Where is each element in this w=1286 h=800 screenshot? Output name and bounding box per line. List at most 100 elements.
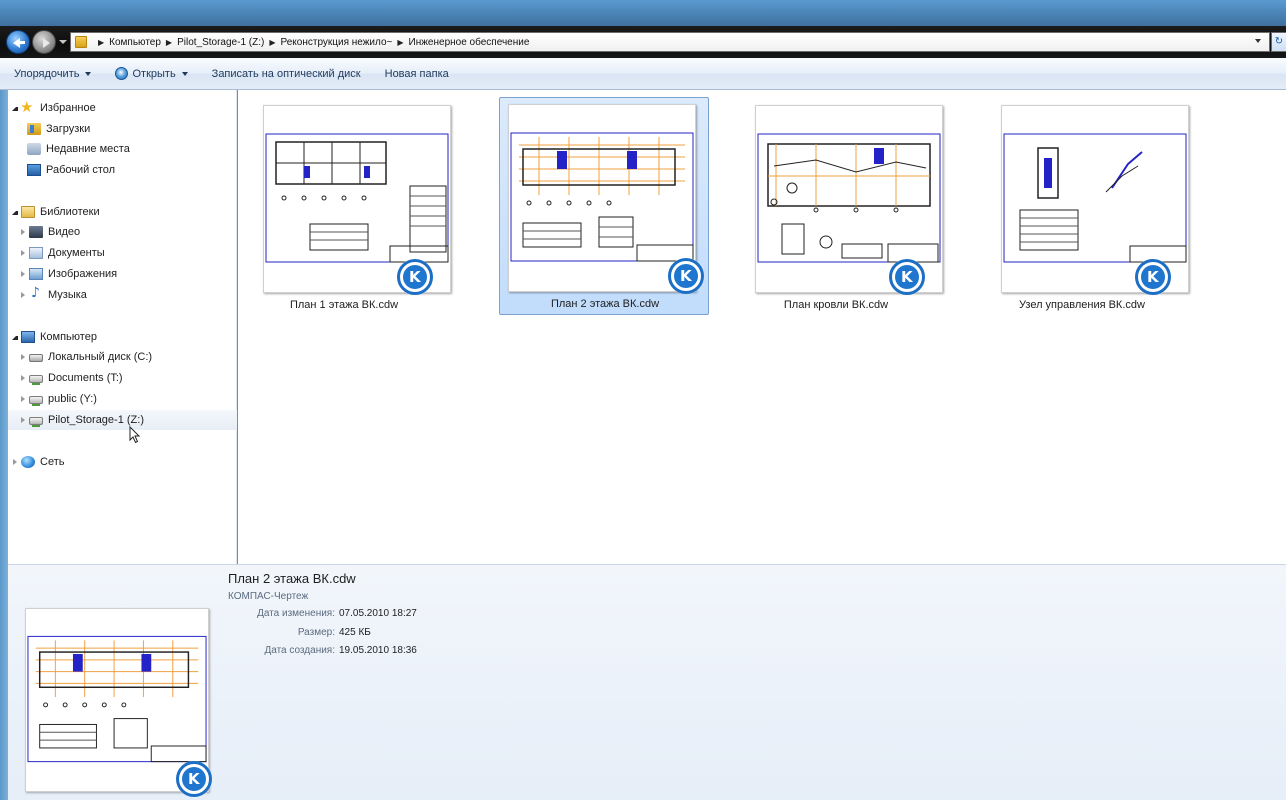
folder-icon <box>75 36 87 48</box>
kompas-logo-icon <box>1135 259 1171 295</box>
open-with-icon <box>115 67 129 80</box>
collapsed-arrow-icon[interactable] <box>21 396 25 402</box>
desktop-icon <box>27 164 41 176</box>
nav-item-favorites[interactable]: Избранное <box>8 98 237 118</box>
created-value[interactable]: 19.05.2010 18:36 <box>339 645 417 661</box>
forward-arrow-icon[interactable] <box>32 30 56 54</box>
breadcrumb-engineering[interactable]: Инженерное обеспечение <box>409 37 530 48</box>
breadcrumb-separator-icon[interactable]: ▶ <box>269 38 275 47</box>
collapsed-arrow-icon[interactable] <box>21 375 25 381</box>
breadcrumb-separator-icon[interactable]: ▶ <box>98 38 104 47</box>
video-library-icon <box>29 226 43 238</box>
nav-label: Музыка <box>48 289 87 301</box>
nav-item-music[interactable]: Музыка <box>8 285 237 305</box>
nav-label: Недавние места <box>46 143 130 155</box>
collapsed-arrow-icon[interactable] <box>21 292 25 298</box>
new-folder-label: Новая папка <box>384 67 449 80</box>
nav-item-computer[interactable]: Компьютер <box>8 327 237 347</box>
drawing-thumbnail <box>508 104 696 292</box>
breadcrumb-separator-icon[interactable]: ▶ <box>166 38 172 47</box>
recent-pages-dropdown-icon[interactable] <box>59 38 67 46</box>
expanded-arrow-icon[interactable] <box>12 334 18 340</box>
nav-item-recent-places[interactable]: Недавние места <box>8 139 237 159</box>
nav-item-local-disk[interactable]: Локальный диск (C:) <box>8 347 237 367</box>
collapsed-arrow-icon[interactable] <box>21 250 25 256</box>
address-dropdown-icon[interactable] <box>1255 39 1261 43</box>
star-icon <box>20 98 35 116</box>
file-name: План 2 этажа ВК.cdw <box>550 298 660 310</box>
expanded-arrow-icon[interactable] <box>12 105 18 111</box>
navigation-pane: Избранное Загрузки Недавние места Рабочи… <box>8 90 237 564</box>
network-globe-icon <box>21 456 35 468</box>
nav-item-documents[interactable]: Документы <box>8 243 237 263</box>
nav-label: Рабочий стол <box>46 164 116 176</box>
organize-label: Упорядочить <box>14 67 80 80</box>
network-drive-icon <box>29 375 43 385</box>
nav-item-network[interactable]: Сеть <box>8 452 237 472</box>
nav-item-pilot-storage[interactable]: Pilot_Storage-1 (Z:) <box>8 410 237 430</box>
title-bar <box>0 0 1286 28</box>
nav-label: Pilot_Storage-1 (Z:) <box>48 414 144 426</box>
breadcrumb-computer[interactable]: Компьютер <box>109 37 161 48</box>
file-tile[interactable]: Узел управления ВК.cdw <box>976 98 1189 316</box>
details-modified-row: Дата изменения: 07.05.2010 18:27 <box>208 608 608 624</box>
file-tile[interactable]: План 2 этажа ВК.cdw <box>499 97 709 315</box>
burn-disc-label: Записать на оптический диск <box>211 67 361 80</box>
network-drive-icon <box>29 396 43 406</box>
kompas-logo-icon <box>176 761 212 797</box>
nav-label: Локальный диск (C:) <box>48 351 153 363</box>
breadcrumb-separator-icon[interactable]: ▶ <box>397 38 403 47</box>
file-list-view: План 1 этажа ВК.cdw <box>238 90 1286 564</box>
documents-library-icon <box>29 247 43 259</box>
nav-item-documents-drive[interactable]: Documents (T:) <box>8 368 237 388</box>
details-file-type: КОМПАС-Чертеж <box>228 591 309 602</box>
collapsed-arrow-icon[interactable] <box>21 417 25 423</box>
chevron-down-icon <box>85 71 92 76</box>
open-label: Открыть <box>132 67 176 80</box>
nav-item-public-drive[interactable]: public (Y:) <box>8 389 237 409</box>
new-folder-button[interactable]: Новая папка <box>385 68 449 80</box>
kompas-logo-icon <box>668 258 704 294</box>
nav-item-downloads[interactable]: Загрузки <box>8 119 237 139</box>
nav-item-video[interactable]: Видео <box>8 222 237 242</box>
size-label: Размер: <box>297 627 335 638</box>
file-tile[interactable]: План кровли ВК.cdw <box>730 98 943 316</box>
organize-button[interactable]: Упорядочить <box>14 67 92 80</box>
kompas-logo-icon <box>397 259 433 295</box>
collapsed-arrow-icon[interactable] <box>13 459 17 465</box>
modified-value[interactable]: 07.05.2010 18:27 <box>339 608 417 624</box>
file-tile[interactable]: План 1 этажа ВК.cdw <box>238 98 451 316</box>
nav-label: public (Y:) <box>48 393 97 405</box>
breadcrumb-pilot-storage[interactable]: Pilot_Storage-1 (Z:) <box>177 37 264 48</box>
network-drive-icon <box>29 417 43 427</box>
nav-label: Видео <box>48 226 81 238</box>
nav-label: Библиотеки <box>40 206 100 218</box>
music-library-icon <box>29 285 43 301</box>
window-border <box>0 90 8 800</box>
open-button[interactable]: Открыть <box>115 67 188 80</box>
nav-label: Documents (T:) <box>48 372 123 384</box>
address-bar[interactable]: ▶ Компьютер ▶ Pilot_Storage-1 (Z:) ▶ Рек… <box>70 32 1270 52</box>
breadcrumb-reconstruction[interactable]: Реконструкция нежило~ <box>281 37 393 48</box>
burn-disc-button[interactable]: Записать на оптический диск <box>212 68 361 80</box>
size-value: 425 КБ <box>339 627 371 638</box>
refresh-button[interactable]: ↻ <box>1271 32 1286 52</box>
nav-item-desktop[interactable]: Рабочий стол <box>8 160 237 180</box>
nav-label: Сеть <box>40 456 65 468</box>
nav-item-images[interactable]: Изображения <box>8 264 237 284</box>
modified-label: Дата изменения: <box>257 608 335 619</box>
file-name: Узел управления ВК.cdw <box>1019 299 1145 311</box>
file-name: План кровли ВК.cdw <box>783 299 889 311</box>
collapsed-arrow-icon[interactable] <box>21 229 25 235</box>
details-file-name: План 2 этажа ВК.cdw <box>228 571 356 586</box>
nav-label: Избранное <box>40 102 96 114</box>
libraries-icon <box>21 206 35 218</box>
expanded-arrow-icon[interactable] <box>12 209 18 215</box>
file-name: План 1 этажа ВК.cdw <box>289 299 399 311</box>
downloads-folder-icon <box>27 123 41 135</box>
back-arrow-icon[interactable] <box>6 30 30 54</box>
nav-item-libraries[interactable]: Библиотеки <box>8 202 237 222</box>
created-label: Дата создания: <box>264 645 335 656</box>
collapsed-arrow-icon[interactable] <box>21 271 25 277</box>
collapsed-arrow-icon[interactable] <box>21 354 25 360</box>
